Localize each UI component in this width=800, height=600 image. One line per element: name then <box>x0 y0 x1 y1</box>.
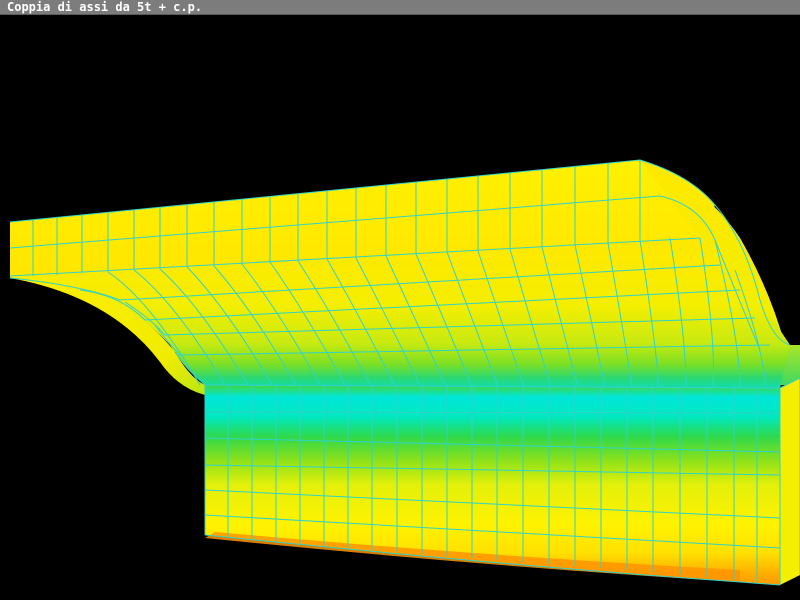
fem-3d-viewport[interactable] <box>0 15 800 600</box>
application-window: Coppia di assi da 5t + c.p. <box>0 0 800 600</box>
fem-mesh-render <box>9 159 800 586</box>
right-end-face <box>780 378 800 585</box>
window-title: Coppia di assi da 5t + c.p. <box>7 0 203 14</box>
title-bar[interactable]: Coppia di assi da 5t + c.p. <box>0 0 800 15</box>
